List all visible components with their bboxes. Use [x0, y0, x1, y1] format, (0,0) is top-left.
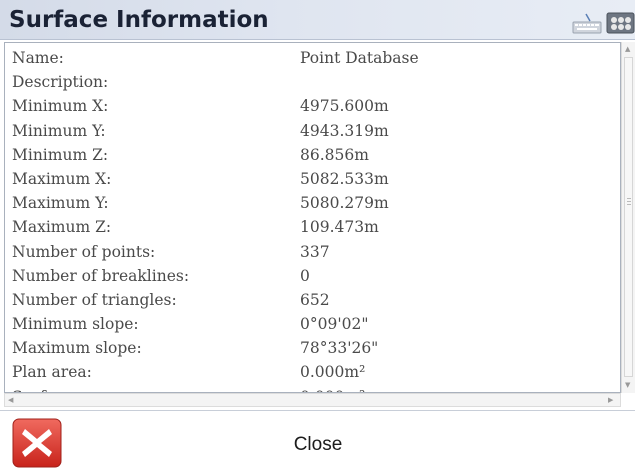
- info-row: Minimum Z: 86.856m: [12, 143, 612, 167]
- info-row: Name: Point Database: [12, 46, 612, 70]
- info-row-value: 0.000m²: [300, 385, 365, 392]
- red-x-icon[interactable]: [12, 418, 62, 468]
- info-row-label: Number of triangles:: [12, 290, 177, 309]
- info-row-label: Maximum slope:: [12, 339, 142, 358]
- info-row-label: Plan area:: [12, 363, 92, 382]
- info-row: Plan area: 0.000m²: [12, 360, 612, 384]
- info-row: Maximum slope: 78°33'26": [12, 336, 612, 360]
- info-row: Maximum Z: 109.473m: [12, 215, 612, 239]
- info-row-label: Surface area:: [12, 385, 118, 392]
- scroll-right-icon[interactable]: ▶: [608, 395, 613, 405]
- info-row-label: Minimum slope:: [12, 315, 139, 334]
- info-row-value: 86.856m: [300, 145, 369, 164]
- info-row: Number of breaklines: 0: [12, 264, 612, 288]
- scroll-down-icon[interactable]: ▼: [625, 380, 630, 390]
- info-list[interactable]: Name: Point Database Description: Minimum X…: [4, 42, 621, 393]
- info-row-value: 0°09'02": [300, 315, 369, 334]
- info-row-label: Number of breaklines:: [12, 266, 190, 285]
- info-row-value: 78°33'26": [300, 339, 379, 358]
- info-row-value: 5080.279m: [300, 194, 389, 213]
- info-rows: Name: Point Database Description: Minimum X…: [12, 46, 612, 392]
- keyboard-icon[interactable]: [572, 12, 602, 34]
- info-row: Minimum slope: 0°09'02": [12, 312, 612, 336]
- title-bar: Surface Information: [0, 0, 635, 40]
- info-row-value: 109.473m: [300, 218, 379, 237]
- info-row-label: Number of points:: [12, 242, 156, 261]
- info-row: Minimum Y: 4943.319m: [12, 119, 612, 143]
- info-row-label: Minimum Y:: [12, 121, 106, 140]
- info-row-value: 5082.533m: [300, 169, 389, 188]
- info-row: Maximum Y: 5080.279m: [12, 191, 612, 215]
- info-row: Number of points: 337: [12, 240, 612, 264]
- scroll-thumb[interactable]: [624, 57, 633, 377]
- window-title: Surface Information: [9, 7, 269, 33]
- info-row-label: Maximum Z:: [12, 218, 112, 237]
- info-row-value: Point Database: [300, 49, 419, 67]
- info-row: Minimum X: 4975.600m: [12, 94, 612, 118]
- info-row: Description:: [12, 70, 612, 94]
- info-row-value: 4943.319m: [300, 121, 389, 140]
- info-row-value: 0.000m²: [300, 363, 366, 382]
- info-row: Maximum X: 5082.533m: [12, 167, 612, 191]
- info-row-value: 652: [300, 290, 330, 309]
- keypad-icon[interactable]: [606, 11, 635, 35]
- info-row-label: Minimum X:: [12, 97, 109, 116]
- info-row-label: Maximum Y:: [12, 194, 109, 213]
- vertical-scrollbar[interactable]: ▲ ▼: [621, 42, 635, 393]
- info-row-value: 4975.600m: [300, 97, 389, 116]
- info-row-label: Description:: [12, 73, 109, 92]
- info-row-value: 0: [300, 266, 310, 285]
- horizontal-scrollbar[interactable]: ◀ ▶: [4, 393, 621, 407]
- info-row-label: Minimum Z:: [12, 145, 109, 164]
- info-row-value: 337: [300, 242, 330, 261]
- scroll-up-icon[interactable]: ▲: [625, 44, 630, 54]
- scroll-left-icon[interactable]: ◀: [8, 395, 13, 405]
- info-row-label: Maximum X:: [12, 169, 112, 188]
- info-row-label: Name:: [12, 49, 64, 67]
- close-button-label[interactable]: Close: [258, 430, 378, 460]
- info-row: Surface area: 0.000m²: [12, 385, 612, 392]
- info-row: Number of triangles: 652: [12, 288, 612, 312]
